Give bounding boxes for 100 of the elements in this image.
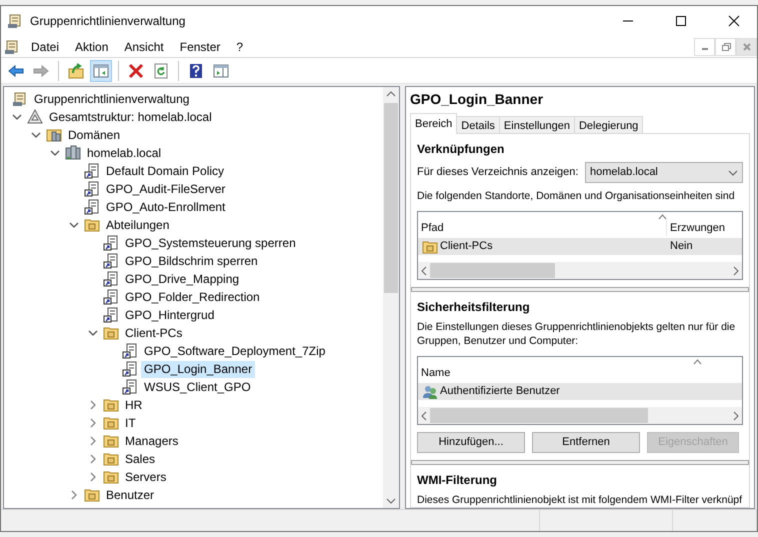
button[interactable]: Hinzufügen... (417, 432, 525, 453)
scrollbar[interactable] (383, 87, 399, 508)
folder-icon (103, 325, 119, 341)
document-shortcut-icon (122, 343, 138, 359)
window-pane-icon (213, 62, 229, 78)
tree-item[interactable]: Domänen (65, 126, 124, 144)
document-shortcut-icon (103, 253, 119, 269)
tab[interactable]: Einstellungen (498, 116, 575, 134)
menu-item[interactable]: Fenster (172, 38, 228, 56)
document-shortcut-icon (103, 307, 119, 323)
scrollbar[interactable] (418, 407, 742, 424)
scroll-icon (4, 39, 20, 56)
section-heading: Verknüpfungen (417, 141, 506, 158)
chevron-down-icon[interactable] (50, 148, 60, 158)
button[interactable]: Entfernen (532, 432, 640, 453)
tree-item[interactable]: WSUS_Client_GPO (141, 378, 254, 396)
chevron-down-icon[interactable] (68, 220, 78, 230)
refresh-icon (153, 62, 169, 78)
sort-caret-icon (658, 214, 667, 220)
close-icon[interactable] (726, 13, 742, 29)
tree-item[interactable]: GPO_Software_Deployment_7Zip (141, 342, 328, 360)
folder-icon (422, 238, 438, 254)
maximize-icon[interactable] (673, 13, 689, 29)
tree-item[interactable]: GPO_Auto-Enrollment (103, 198, 228, 216)
window-pane-icon (93, 62, 109, 78)
column-header[interactable]: Erzwungen (666, 220, 736, 236)
tree-item[interactable]: GPO_Folder_Redirection (122, 288, 263, 306)
document-shortcut-icon (122, 361, 138, 377)
folder-server-icon (46, 127, 62, 143)
list-row[interactable]: Authentifizierte Benutzer (418, 383, 742, 400)
tree-item[interactable]: Managers (122, 432, 182, 450)
tree-item[interactable]: Gruppenrichtlinienverwaltung (31, 90, 192, 108)
list-row[interactable]: Client-PCs Nein (418, 238, 742, 255)
tree-item[interactable]: GPO_Systemsteuerung sperren (122, 234, 299, 252)
section-heading: Sicherheitsfilterung (417, 299, 531, 316)
menu-item[interactable]: Ansicht (116, 38, 172, 56)
scrollbar[interactable] (418, 262, 742, 279)
document-shortcut-icon (103, 235, 119, 251)
triangle-icon (27, 109, 43, 125)
tree-item[interactable]: GPO_Login_Banner (141, 360, 256, 378)
server-icon (65, 145, 81, 161)
description-text: Gruppen, Benutzer und Computer: (417, 334, 580, 348)
tree-item[interactable]: Client-PCs (122, 324, 186, 342)
scroll-icon (7, 13, 23, 29)
folder-icon (103, 469, 119, 485)
chevron-right-icon[interactable] (88, 436, 98, 446)
chevron-down-icon[interactable] (30, 130, 40, 140)
table-cell-text: Authentifizierte Benutzer (440, 384, 560, 400)
chevron-right-icon[interactable] (88, 472, 98, 482)
tree-item[interactable]: Default Domain Policy (103, 162, 228, 180)
folder-icon (103, 451, 119, 467)
tree-item[interactable]: GPO_Audit-FileServer (103, 180, 228, 198)
tree-item[interactable]: Sales (122, 450, 158, 468)
table-cell-text: Client-PCs (440, 239, 493, 254)
chevron-right-icon[interactable] (88, 400, 98, 410)
x-icon (128, 62, 144, 78)
tab[interactable]: Delegierung (574, 116, 644, 134)
document-shortcut-icon (122, 379, 138, 395)
document-shortcut-icon (84, 199, 100, 215)
chevron-down-icon[interactable] (12, 112, 22, 122)
arrow-right-icon (33, 62, 49, 78)
document-shortcut-icon (84, 181, 100, 197)
menu-item[interactable]: ? (228, 38, 252, 56)
tree-item[interactable]: HR (122, 396, 146, 414)
chevron-down-icon[interactable] (88, 328, 98, 338)
arrow-left-icon (8, 62, 24, 78)
folder-icon (103, 397, 119, 413)
toolbar-button[interactable] (90, 60, 112, 82)
folder-icon (84, 217, 100, 233)
folder-icon (103, 433, 119, 449)
section-heading: WMI-Filterung (417, 472, 498, 489)
users-icon (422, 384, 438, 400)
column-header[interactable]: Pfad (418, 220, 666, 236)
description-text: Die Einstellungen dieses Gruppenrichtlinienobjekts gelten nur für die (417, 320, 736, 334)
column-header[interactable]: Name (418, 364, 736, 381)
menu-item[interactable]: Datei (23, 38, 68, 56)
tree-item[interactable]: GPO_Bildschrim sperren (122, 252, 261, 270)
tree-item[interactable]: Gesamtstruktur: homelab.local (46, 108, 215, 126)
document-shortcut-icon (103, 289, 119, 305)
scroll-icon (12, 91, 28, 107)
chevron-right-icon[interactable] (88, 454, 98, 464)
tree-item[interactable]: GPO_Hintergrud (122, 306, 218, 324)
chevron-down-icon (728, 168, 738, 176)
chevron-right-icon[interactable] (68, 490, 78, 500)
field-label: Für dieses Verzeichnis anzeigen: (417, 165, 580, 180)
tree-item[interactable]: Abteilungen (103, 216, 172, 234)
chevron-right-icon[interactable] (88, 418, 98, 428)
tree-item[interactable]: homelab.local (84, 144, 164, 162)
folder-icon (84, 487, 100, 503)
description-text: Dieses Gruppenrichtlinienobjekt ist mit folgendem WMI-Filter verknüpf (417, 493, 743, 507)
tab[interactable]: Details (456, 116, 500, 134)
description-text: Die folgenden Standorte, Domänen und Organisationseinheiten sind (417, 189, 736, 203)
menu-item[interactable]: Aktion (67, 38, 116, 56)
location-dropdown[interactable]: homelab.local (585, 162, 743, 183)
tree-item[interactable]: Servers (122, 468, 170, 486)
sort-caret-icon (693, 358, 702, 365)
tab[interactable]: Bereich (410, 113, 458, 134)
tree-item[interactable]: Benutzer (103, 486, 158, 504)
tree-item[interactable]: GPO_Drive_Mapping (122, 270, 242, 288)
tree-item[interactable]: IT (122, 414, 139, 432)
